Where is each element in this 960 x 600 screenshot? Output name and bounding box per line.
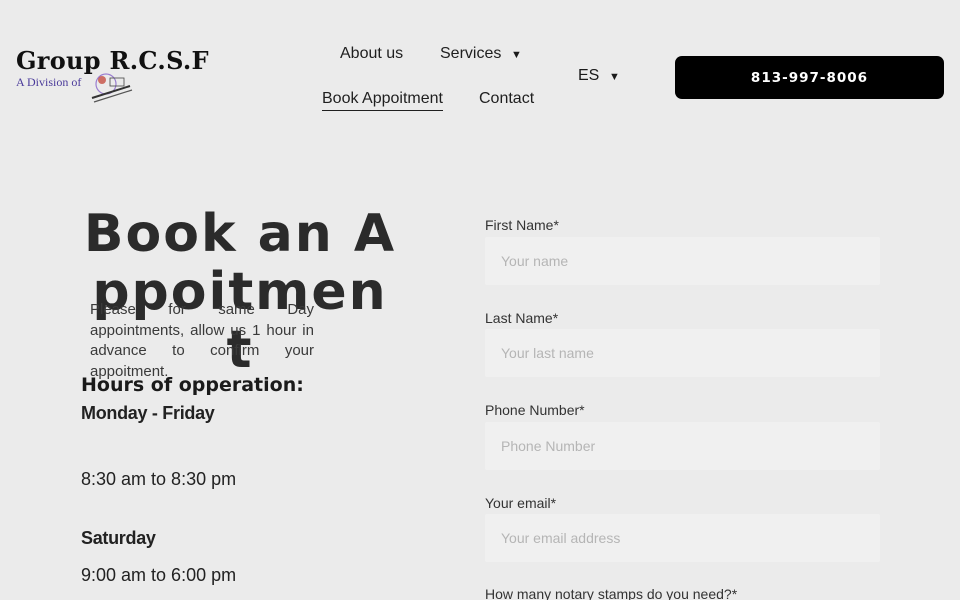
nav-contact-link[interactable]: Contact [479,90,534,108]
email-input[interactable] [485,514,880,562]
logo-mark-icon [91,73,133,103]
caret-down-icon[interactable]: ▼ [511,49,522,61]
email-label: Your email* [485,495,557,511]
first-name-label: First Name* [485,217,559,233]
language-selector[interactable]: ES [578,67,599,85]
stamps-label: How many notary stamps do you need?* [485,586,738,600]
hours-heading: Hours of opperation: [81,374,304,396]
last-name-label: Last Name* [485,310,559,326]
nav-book-appointment-link[interactable]: Book Appoitment [322,90,443,111]
weekday-label: Monday - Friday [81,403,215,423]
last-name-input[interactable] [485,329,880,377]
brand-logo[interactable]: Group R.C.S.F A Division of [16,46,209,110]
caret-down-icon[interactable]: ▼ [609,71,620,83]
saturday-label: Saturday [81,528,156,548]
phone-label: Phone Number* [485,402,585,418]
phone-input[interactable] [485,422,880,470]
intro-text: Please for same Day appointments, allow … [90,301,314,380]
first-name-input[interactable] [485,237,880,285]
weekday-hours: 8:30 am to 8:30 pm [81,469,237,489]
phone-call-button[interactable]: 813-997-8006 [675,56,944,99]
nav-about-link[interactable]: About us [340,45,403,63]
brand-subtitle: A Division of [16,75,82,89]
saturday-hours: 9:00 am to 6:00 pm [81,565,237,585]
nav-services-link[interactable]: Services [440,45,501,63]
